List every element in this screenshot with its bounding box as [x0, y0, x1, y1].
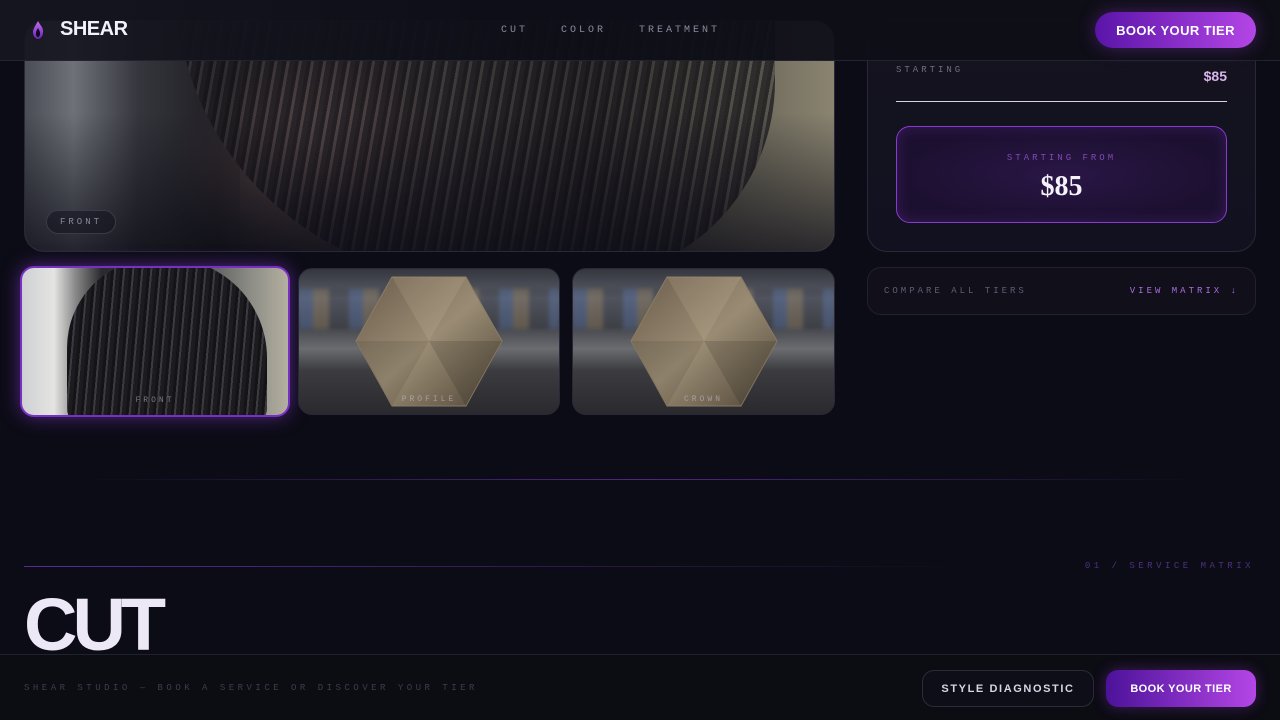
nav-item-color[interactable]: COLOR [561, 25, 606, 36]
section-separator [80, 479, 1200, 480]
section-rule [24, 566, 964, 567]
brand[interactable]: SHEAR [30, 18, 128, 41]
thumbnail-profile[interactable]: PROFILE [298, 268, 560, 415]
bottom-action-bar: SHEAR STUDIO — BOOK A SERVICE OR DISCOVE… [0, 654, 1280, 720]
thumbnail-label: FRONT [135, 396, 175, 405]
view-matrix-link[interactable]: VIEW MATRIX ↓ [1130, 286, 1239, 296]
main-nav: CUT COLOR TREATMENT [501, 25, 720, 36]
thumbnail-label: CROWN [683, 395, 723, 404]
thumbnail-label: PROFILE [401, 395, 457, 404]
nav-item-cut[interactable]: CUT [501, 25, 528, 36]
starting-label: STARTING [896, 65, 964, 75]
hexagon-icon [629, 276, 778, 407]
compare-tiers-card[interactable]: COMPARE ALL TIERS VIEW MATRIX ↓ [867, 267, 1256, 315]
starting-from-box: STARTING FROM $85 [896, 126, 1227, 223]
book-your-tier-button[interactable]: BOOK YOUR TIER [1095, 12, 1256, 48]
section-index: 01 / SERVICE MATRIX [1084, 561, 1254, 571]
flame-icon [32, 20, 44, 39]
starting-from-label: STARTING FROM [1006, 153, 1117, 163]
thumbnail-crown[interactable]: CROWN [572, 268, 835, 415]
hero-view-tag: FRONT [46, 210, 117, 234]
footer-tagline: SHEAR STUDIO — BOOK A SERVICE OR DISCOVE… [24, 683, 478, 693]
starting-price: $85 [1203, 68, 1227, 84]
top-navigation-bar: SHEAR CUT COLOR TREATMENT BOOK YOUR TIER [0, 0, 1280, 61]
price-divider [896, 101, 1227, 102]
thumbnail-front[interactable]: FRONT [20, 266, 290, 417]
nav-item-treatment[interactable]: TREATMENT [639, 25, 720, 36]
compare-label: COMPARE ALL TIERS [884, 286, 1027, 296]
style-diagnostic-button[interactable]: STYLE DIAGNOSTIC [922, 670, 1094, 707]
book-your-tier-button-bottom[interactable]: BOOK YOUR TIER [1106, 670, 1256, 707]
hexagon-icon [355, 276, 503, 407]
starting-from-price: $85 [1040, 171, 1083, 202]
brand-name: SHEAR [60, 18, 128, 40]
